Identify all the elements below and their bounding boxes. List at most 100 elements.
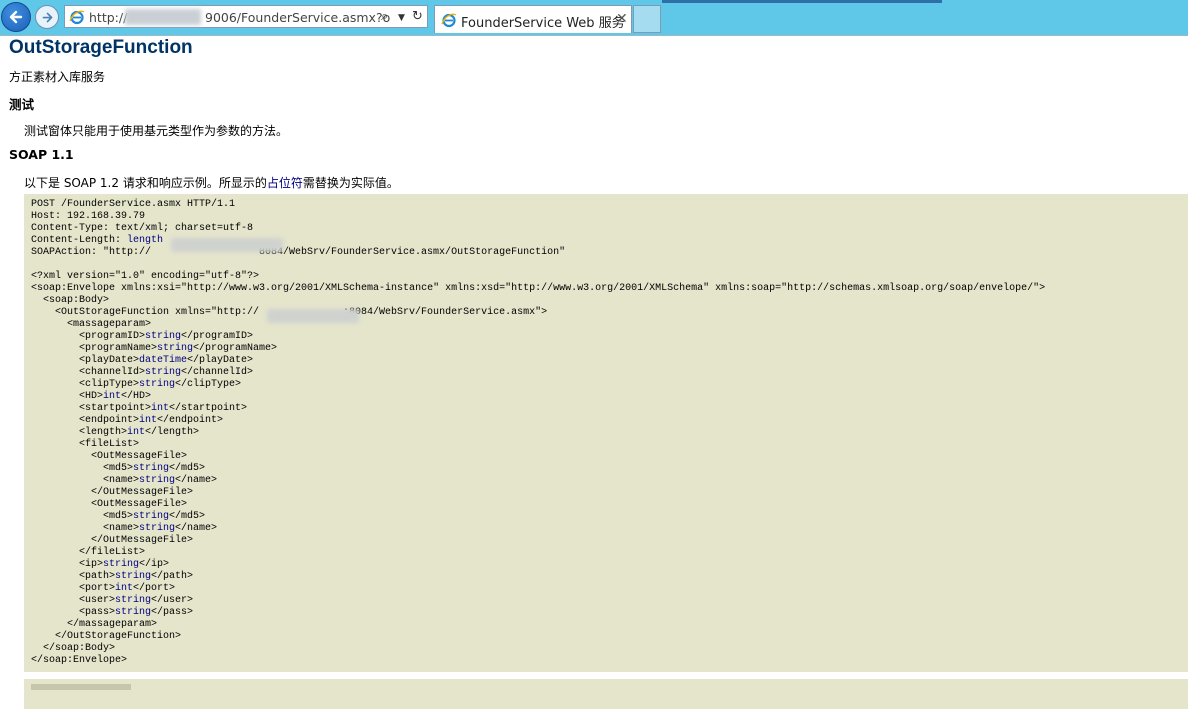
address-bar[interactable]: http:// 9006/FounderService.asmx?o ⌕ ▼ ↻ — [64, 5, 428, 28]
code-line: <user>string</user> — [31, 595, 1188, 607]
code-text: </user> — [151, 595, 194, 606]
code-text: </md5> — [169, 463, 206, 474]
code-text: 8084/WebSrv/FounderService.asmx/OutStora… — [259, 247, 566, 258]
code-text: <startpoint> — [31, 403, 152, 414]
test-note: 测试窗体只能用于使用基元类型作为参数的方法。 — [24, 124, 289, 138]
code-placeholder: int — [103, 391, 122, 402]
soap-intro-text-end: 需替换为实际值。 — [302, 176, 399, 190]
code-text: <programName> — [31, 343, 158, 354]
code-line: <length>int</length> — [31, 427, 1188, 439]
page-title: OutStorageFunction — [9, 37, 193, 58]
code-line: <massageparam> — [31, 319, 152, 330]
code-line: Host: 192.168.39.79 — [31, 211, 146, 222]
code-line: <startpoint>int</startpoint> — [31, 403, 1188, 415]
code-text: </channelId> — [181, 367, 254, 378]
code-text: <HD> — [31, 391, 104, 402]
code-text: </path> — [151, 571, 194, 582]
code-text: <port> — [31, 583, 116, 594]
code-placeholder: dateTime — [139, 355, 188, 366]
code-text: </programID> — [181, 331, 254, 342]
placeholder-term: 占位符 — [266, 176, 303, 190]
code-line: </OutMessageFile> — [31, 487, 194, 498]
code-line: <programName>string</programName> — [31, 343, 1188, 355]
code-line: <programID>string</programID> — [31, 331, 1188, 343]
address-url-suffix: 9006/FounderService.asmx?o — [205, 10, 391, 25]
code-placeholder: int — [139, 415, 158, 426]
code-line: <channelId>string</channelId> — [31, 367, 1188, 379]
code-text: </name> — [175, 523, 218, 534]
back-arrow-icon — [9, 10, 23, 24]
browser-toolbar: http:// 9006/FounderService.asmx?o ⌕ ▼ ↻… — [0, 0, 1188, 36]
back-button[interactable] — [1, 2, 31, 32]
code-placeholder: string — [115, 607, 152, 618]
code-text: </name> — [175, 475, 218, 486]
code-line: <name>string</name> — [31, 523, 1188, 535]
code-text: </startpoint> — [169, 403, 248, 414]
close-icon[interactable]: ✕ — [616, 11, 628, 27]
code-text: <md5> — [31, 511, 134, 522]
code-text: <pass> — [31, 607, 116, 618]
code-line: </OutMessageFile> — [31, 535, 194, 546]
code-text: <programID> — [31, 331, 146, 342]
code-placeholder: int — [115, 583, 134, 594]
soap-response-sample — [24, 679, 1188, 709]
code-text: <name> — [31, 523, 140, 534]
chevron-down-icon[interactable]: ▼ — [398, 10, 405, 27]
code-line: <soap:Body> — [31, 295, 110, 306]
code-placeholder: string — [115, 595, 152, 606]
service-description: 方正素材入库服务 — [9, 70, 106, 84]
code-line: </OutStorageFunction> — [31, 631, 182, 642]
code-line: </massageparam> — [31, 619, 158, 630]
response-first-line-cutoff — [31, 684, 131, 690]
code-text: <channelId> — [31, 367, 146, 378]
code-text: <length> — [31, 427, 128, 438]
code-line: <fileList> — [31, 439, 140, 450]
ie-icon — [441, 13, 457, 28]
code-placeholder: string — [139, 523, 176, 534]
code-line: </fileList> — [31, 547, 146, 558]
test-heading: 测试 — [9, 97, 35, 112]
code-placeholder: string — [139, 379, 176, 390]
soap-heading: SOAP 1.1 — [9, 147, 74, 162]
code-text: <ip> — [31, 559, 104, 570]
code-text: <playDate> — [31, 355, 140, 366]
ie-icon — [69, 10, 85, 25]
code-text: :8084/WebSrv/FounderService.asmx"> — [343, 307, 548, 318]
code-placeholder: string — [103, 559, 140, 570]
code-line: <port>int</port> — [31, 583, 1188, 595]
code-text: <OutStorageFunction xmlns="http:// — [31, 307, 260, 318]
code-text: Content-Length: — [31, 235, 128, 246]
code-line: </soap:Body> — [31, 643, 116, 654]
code-placeholder: string — [157, 343, 194, 354]
code-text: <md5> — [31, 463, 134, 474]
code-line: <md5>string</md5> — [31, 463, 1188, 475]
soap-request-sample: POST /FounderService.asmx HTTP/1.1 Host: … — [24, 194, 1188, 672]
code-line: <pass>string</pass> — [31, 607, 1188, 619]
code-text: </clipType> — [175, 379, 242, 390]
code-placeholder: string — [115, 571, 152, 582]
code-line: <OutMessageFile> — [31, 499, 188, 510]
tab-founderservice[interactable]: FounderService Web 服务 ✕ — [434, 5, 632, 33]
code-line: <clipType>string</clipType> — [31, 379, 1188, 391]
code-line: </soap:Envelope> — [31, 655, 128, 666]
code-text: </endpoint> — [157, 415, 224, 426]
code-placeholder: string — [133, 511, 170, 522]
code-text: <name> — [31, 475, 140, 486]
code-line: <HD>int</HD> — [31, 391, 1188, 403]
search-icon[interactable]: ⌕ — [381, 8, 388, 25]
soap-intro: 以下是 SOAP 1.2 请求和响应示例。所显示的占位符需替换为实际值。 — [24, 174, 399, 191]
forward-arrow-icon — [42, 12, 52, 22]
code-text: <endpoint> — [31, 415, 140, 426]
code-text: </playDate> — [187, 355, 254, 366]
code-text: </length> — [145, 427, 200, 438]
code-line: <OutStorageFunction xmlns="http:// :8084/… — [31, 307, 1188, 319]
window-edge — [662, 0, 942, 3]
forward-button[interactable] — [35, 5, 59, 29]
code-line: <?xml version="1.0" encoding="utf-8"?> — [31, 271, 260, 282]
new-tab-button[interactable] — [633, 5, 661, 33]
refresh-icon[interactable]: ↻ — [412, 8, 423, 25]
code-text: SOAPAction: "http:// — [31, 247, 152, 258]
code-placeholder: string — [133, 463, 170, 474]
page-content: OutStorageFunction 方正素材入库服务 测试 测试窗体只能用于使… — [0, 36, 1188, 709]
